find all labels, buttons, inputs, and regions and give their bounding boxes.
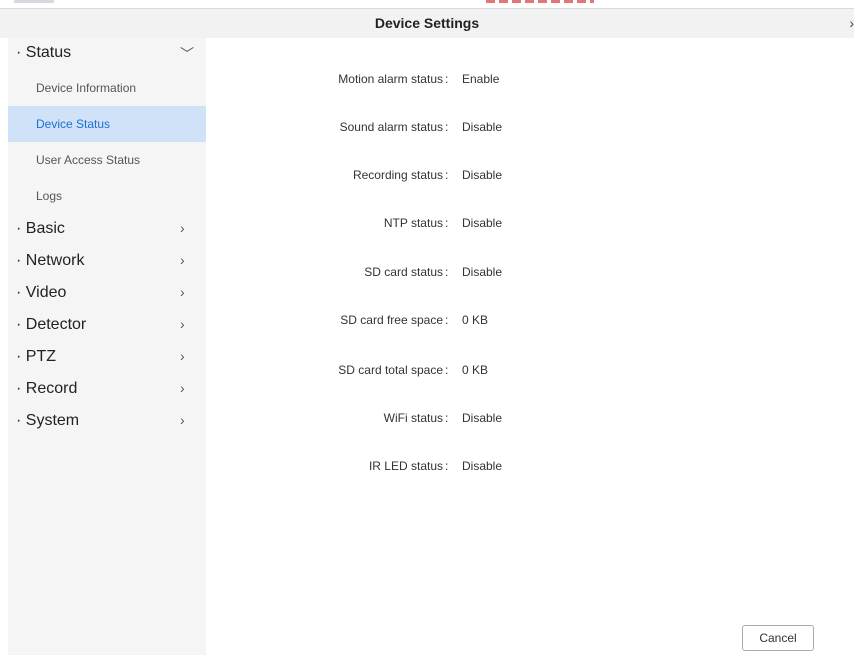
status-label: NTP status (383, 216, 443, 230)
sidebar-group-basic[interactable]: · Basic › (8, 214, 206, 246)
sidebar-group-record[interactable]: · Record › (8, 374, 206, 406)
status-separator: : (445, 363, 449, 377)
sidebar-group-status[interactable]: · Status ﹀ (8, 38, 206, 70)
dialog-title-bar: Device Settings › (0, 8, 854, 38)
sidebar-group-label: · Detector (16, 316, 87, 333)
status-separator: : (445, 411, 449, 425)
status-separator: : (445, 313, 449, 327)
status-separator: : (445, 120, 449, 134)
status-row-sd-free-space: SD card free space : 0 KB (206, 311, 854, 331)
chevron-down-icon: ﹀ (180, 46, 194, 62)
sidebar-group-network[interactable]: · Network › (8, 246, 206, 278)
status-row-sd-total-space: SD card total space : 0 KB (206, 361, 854, 381)
chevron-right-icon: › (180, 348, 185, 364)
chevron-right-icon: › (180, 252, 185, 268)
status-value: 0 KB (462, 363, 489, 377)
dialog-title: Device Settings (374, 15, 480, 31)
chevron-right-icon: › (180, 284, 185, 300)
sidebar-item-label: Device Information (36, 81, 137, 95)
sidebar-group-label: · Status (16, 44, 72, 61)
status-value: Disable (462, 265, 503, 279)
status-value: Enable (462, 72, 500, 86)
status-separator: : (445, 459, 449, 473)
sidebar-group-video[interactable]: · Video › (8, 278, 206, 310)
sidebar-group-label: · Video (16, 284, 67, 301)
cancel-button[interactable]: Cancel (742, 625, 814, 651)
close-icon[interactable]: › (849, 15, 854, 31)
status-row-wifi: WiFi status : Disable (206, 409, 854, 429)
status-separator: : (445, 216, 449, 230)
sidebar-group-label: · PTZ (16, 348, 56, 365)
sidebar-item-user-access-status[interactable]: User Access Status (8, 142, 206, 178)
status-separator: : (445, 72, 449, 86)
status-value: Disable (462, 411, 503, 425)
sidebar-item-label: Device Status (36, 117, 111, 131)
chevron-right-icon: › (180, 380, 185, 396)
status-label: IR LED status (368, 459, 443, 473)
sidebar-group-label: · Record (16, 380, 78, 397)
sidebar-item-label: User Access Status (36, 153, 141, 167)
sidebar-item-logs[interactable]: Logs (8, 178, 206, 214)
sidebar-group-detector[interactable]: · Detector › (8, 310, 206, 342)
status-value: Disable (462, 120, 503, 134)
cropped-header-fragment (14, 0, 54, 3)
sidebar-group-label: · Network (16, 252, 85, 269)
status-row-ntp: NTP status : Disable (206, 214, 854, 234)
status-row-sound-alarm: Sound alarm status : Disable (206, 118, 854, 138)
chevron-right-icon: › (180, 316, 185, 332)
status-value: Disable (462, 459, 503, 473)
status-row-recording: Recording status : Disable (206, 166, 854, 186)
sidebar-item-device-information[interactable]: Device Information (8, 70, 206, 106)
status-value: Disable (462, 216, 503, 230)
status-value: 0 KB (462, 313, 489, 327)
status-label: SD card free space (340, 313, 443, 327)
sidebar-group-ptz[interactable]: · PTZ › (8, 342, 206, 374)
top-strip (0, 0, 854, 8)
cropped-logo-fragment (486, 0, 594, 3)
chevron-right-icon: › (180, 220, 185, 236)
sidebar-item-device-status[interactable]: Device Status (8, 106, 206, 142)
sidebar-group-system[interactable]: · System › (8, 406, 206, 438)
status-value: Disable (462, 168, 503, 182)
status-label: SD card total space (338, 363, 443, 377)
device-status-panel: Motion alarm status : Enable Sound alarm… (206, 38, 854, 655)
sidebar-group-label: · System (16, 412, 80, 429)
sidebar-item-label: Logs (36, 189, 63, 203)
status-label: Motion alarm status (338, 72, 443, 86)
status-label: WiFi status (383, 411, 443, 425)
chevron-right-icon: › (180, 412, 185, 428)
status-row-sd-card: SD card status : Disable (206, 263, 854, 283)
status-label: SD card status (364, 265, 443, 279)
status-label: Recording status (352, 168, 443, 182)
sidebar-group-label: · Basic (16, 220, 65, 237)
status-separator: : (445, 168, 449, 182)
status-row-motion-alarm: Motion alarm status : Enable (206, 70, 854, 90)
sidebar: · Status ﹀ Device Information Device Sta… (8, 38, 206, 655)
status-row-ir-led: IR LED status : Disable (206, 457, 854, 477)
status-separator: : (445, 265, 449, 279)
status-label: Sound alarm status (339, 120, 443, 134)
